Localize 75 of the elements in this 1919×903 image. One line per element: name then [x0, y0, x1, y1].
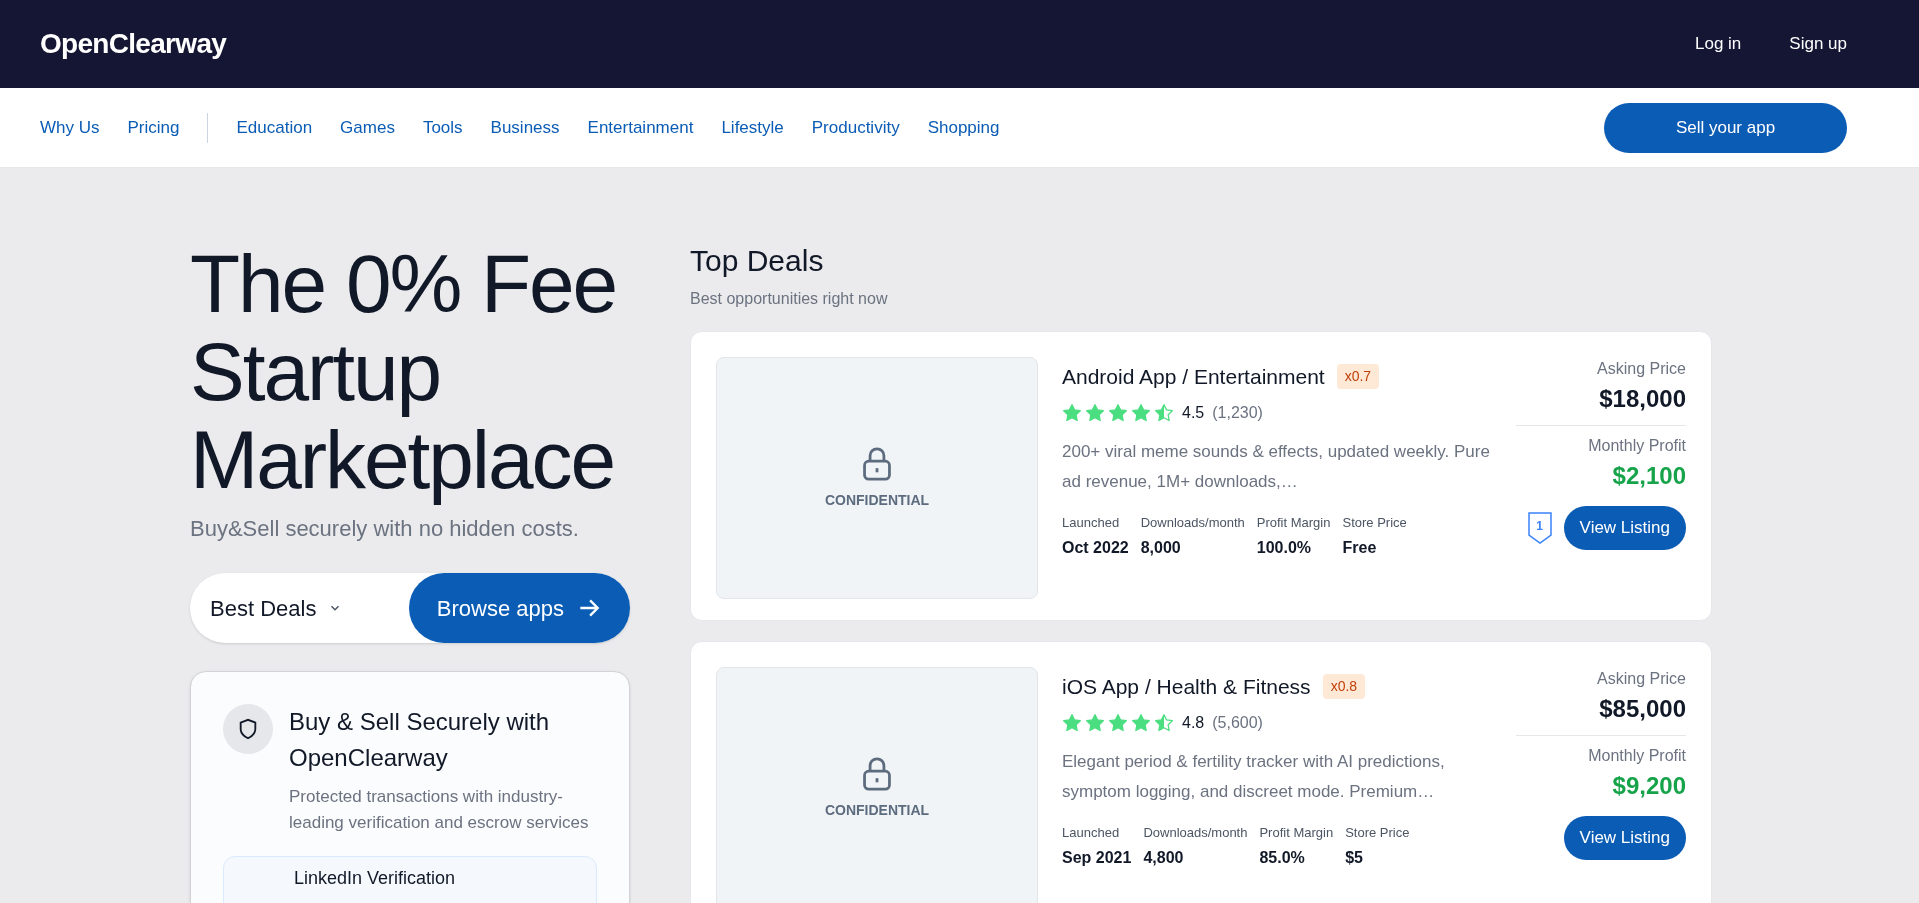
- monthly-profit: $2,100: [1612, 461, 1686, 491]
- browse-apps-button[interactable]: Browse apps: [408, 573, 630, 643]
- monthly-profit-label: Monthly Profit: [1588, 746, 1686, 766]
- stat-label: Profit Margin: [1256, 513, 1331, 532]
- star-icon: [1062, 402, 1082, 423]
- star-icon: [1062, 712, 1082, 733]
- nav-link[interactable]: Pricing: [127, 114, 180, 141]
- star-icon: [1085, 712, 1105, 733]
- stat-label: Downloads/month: [1143, 823, 1248, 842]
- trust-title: Buy & Sell Securely with OpenClearway: [289, 707, 551, 773]
- listing-title: iOS App / Health & Fitness: [1062, 674, 1311, 700]
- listing-description: 200+ viral meme sounds & effects, updated weekly. Pure ad revenue, 1M+ downloads,…: [1062, 440, 1491, 493]
- stat-value: Oct 2022: [1062, 538, 1129, 558]
- asking-price-label: Asking Price: [1597, 359, 1686, 379]
- asking-price: $85,000: [1599, 694, 1686, 724]
- lock-icon: [860, 755, 894, 792]
- multiple-badge: x0.8: [1322, 674, 1366, 700]
- view-listing-button[interactable]: View Listing: [1563, 816, 1686, 860]
- view-listing-button[interactable]: View Listing: [1563, 506, 1686, 550]
- category-link[interactable]: Business: [490, 114, 560, 141]
- star-icon: [1131, 402, 1151, 423]
- star-icon: [1154, 402, 1174, 423]
- lock-icon: [860, 445, 894, 482]
- sell-app-button[interactable]: Sell your app: [1604, 102, 1847, 153]
- stat-label: Launched: [1062, 823, 1121, 842]
- section-subtitle: Best opportunities right now: [690, 289, 889, 309]
- monthly-profit-label: Monthly Profit: [1588, 436, 1686, 456]
- category-link[interactable]: Education: [236, 114, 313, 141]
- hero-title: The 0% Fee Startup Marketplace: [190, 240, 618, 504]
- asking-price: $18,000: [1599, 384, 1686, 414]
- shield-icon: [223, 704, 273, 754]
- multiple-badge: x0.7: [1336, 364, 1380, 390]
- nav-link[interactable]: Why Us: [40, 114, 100, 141]
- stat-value: 100.0%: [1256, 538, 1313, 558]
- review-count: (5,600): [1212, 712, 1263, 733]
- header-link[interactable]: Sign up: [1789, 31, 1847, 57]
- hero-subtitle: Buy&Sell securely with no hidden costs.: [190, 515, 580, 543]
- category-link[interactable]: Games: [340, 114, 395, 141]
- category-link[interactable]: Entertainment: [587, 114, 694, 141]
- rank-badge: 1: [1527, 512, 1552, 544]
- star-icon: [1108, 402, 1128, 423]
- star-icon: [1154, 712, 1174, 733]
- header-link[interactable]: Log in: [1695, 31, 1742, 57]
- category-link[interactable]: Productivity: [811, 114, 900, 141]
- category-link[interactable]: Lifestyle: [721, 114, 784, 141]
- stat-value: Sep 2021: [1062, 848, 1132, 868]
- star-icon: [1131, 712, 1151, 733]
- trust-text: Protected transactions with industry-leading verification and escrow services: [289, 786, 590, 834]
- stat-label: Profit Margin: [1259, 823, 1334, 842]
- stat-value: 4,800: [1143, 848, 1185, 868]
- star-icon: [1085, 402, 1105, 423]
- star-icon: [1108, 712, 1128, 733]
- stat-value: $5: [1345, 848, 1364, 868]
- category-link[interactable]: Tools: [422, 114, 463, 141]
- stat-label: Downloads/month: [1140, 513, 1245, 532]
- monthly-profit: $9,200: [1612, 771, 1686, 801]
- rating: 4.8: [1182, 712, 1205, 733]
- rating: 4.5: [1182, 402, 1205, 423]
- confidential-label: CONFIDENTIAL: [824, 490, 930, 510]
- category-link[interactable]: Shopping: [927, 114, 1000, 141]
- review-count: (1,230): [1212, 402, 1263, 423]
- stat-label: Store Price: [1345, 823, 1410, 842]
- section-title: Top Deals: [690, 243, 825, 279]
- stat-label: Store Price: [1342, 513, 1407, 532]
- confidential-label: CONFIDENTIAL: [824, 800, 930, 820]
- stat-value: 8,000: [1140, 538, 1182, 558]
- logo[interactable]: OpenClearway: [40, 23, 227, 65]
- stat-value: Free: [1342, 538, 1378, 558]
- stat-label: Launched: [1062, 513, 1121, 532]
- stat-value: 85.0%: [1259, 848, 1306, 868]
- verification-title: LinkedIn Verification: [294, 868, 456, 888]
- listing-description: Elegant period & fertility tracker with AI predictions, symptom logging, and discreet mode. Premium…: [1062, 750, 1446, 803]
- asking-price-label: Asking Price: [1597, 669, 1686, 689]
- listing-title: Android App / Entertainment: [1062, 364, 1325, 390]
- sort-dropdown[interactable]: Best Deals: [190, 573, 359, 643]
